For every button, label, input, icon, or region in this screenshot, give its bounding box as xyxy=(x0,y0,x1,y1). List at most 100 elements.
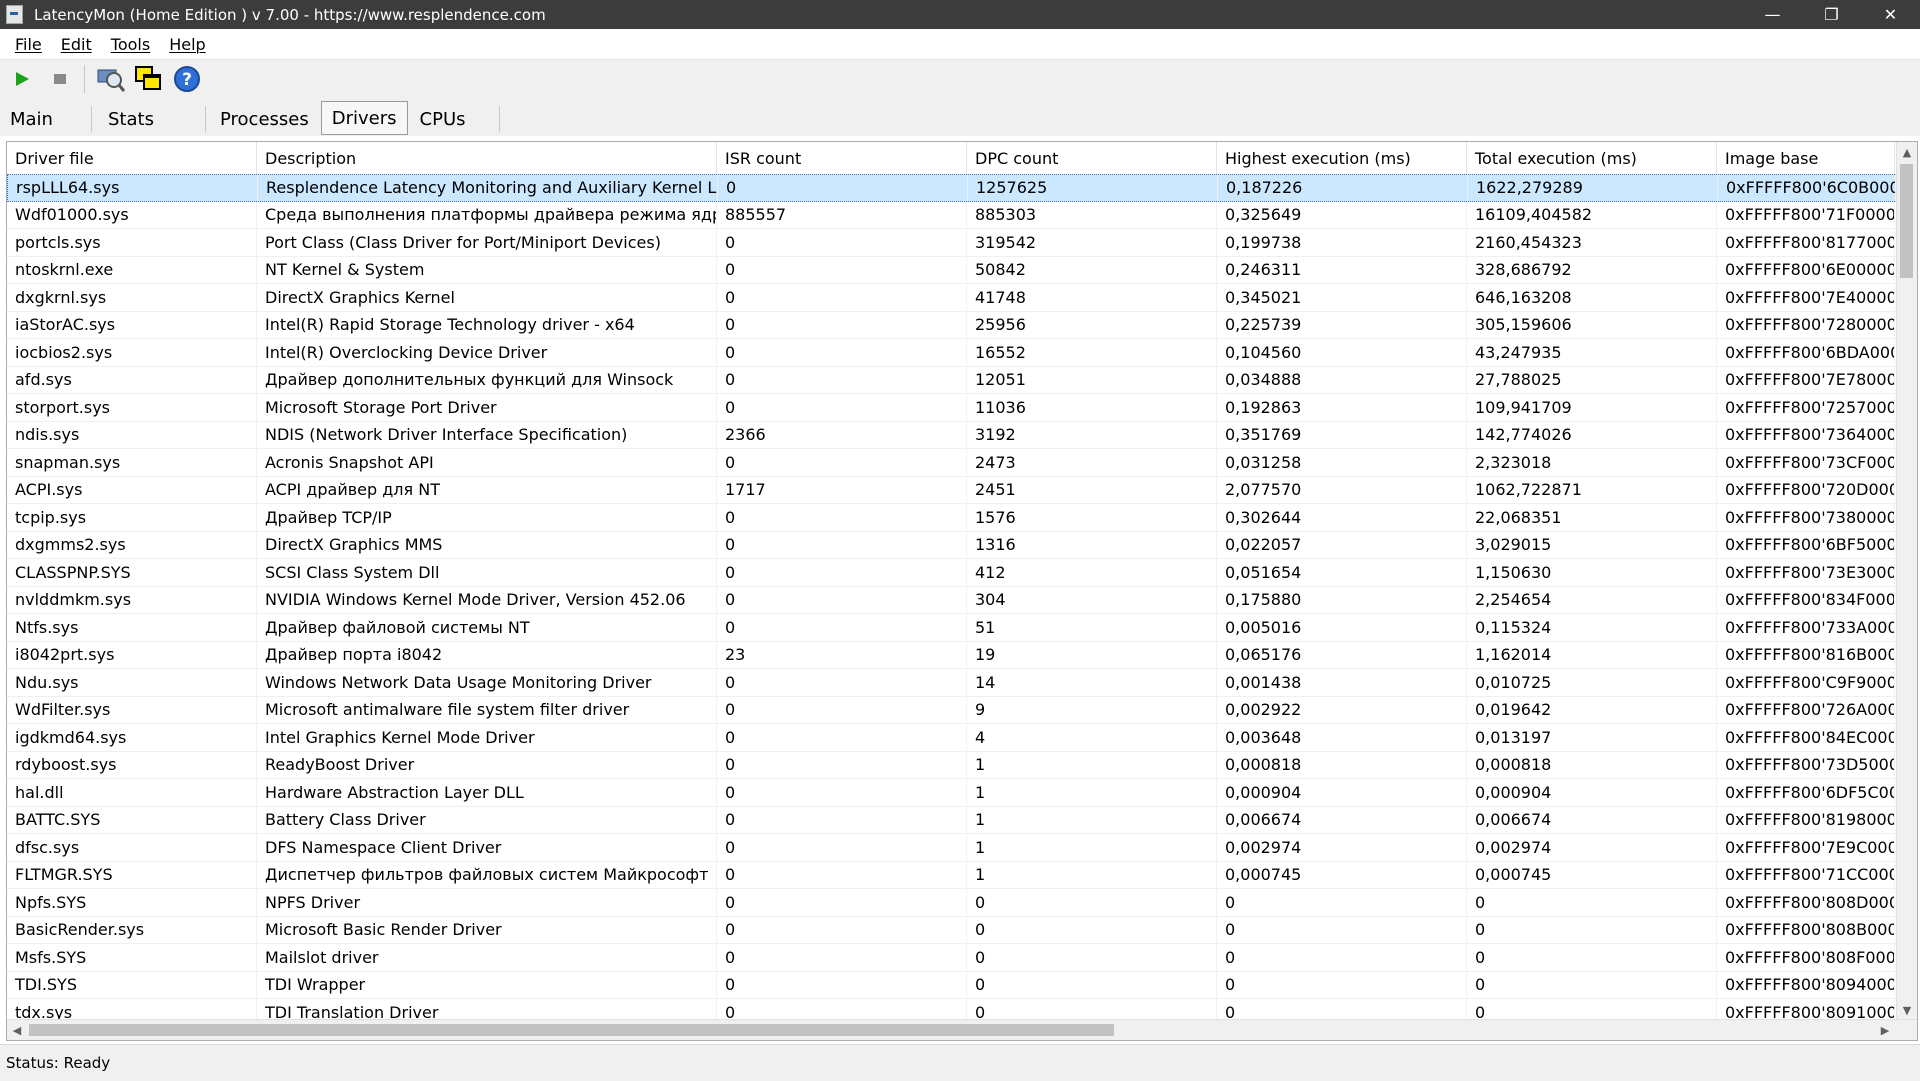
table-row[interactable]: BATTC.SYS Battery Class Driver 0 1 0,006674 0… xyxy=(7,806,1897,834)
table-row[interactable]: rdyboost.sys ReadyBoost Driver 0 1 0,000818 0… xyxy=(7,751,1897,779)
column-header-highest-execution[interactable]: Highest execution (ms) xyxy=(1217,142,1467,174)
table-cell: Microsoft antimalware file system filter… xyxy=(257,696,717,723)
table-cell: 0,006674 xyxy=(1467,806,1717,833)
scroll-up-arrow-icon[interactable]: ▲ xyxy=(1897,142,1917,162)
column-header-description[interactable]: Description xyxy=(257,142,717,174)
table-row[interactable]: dxgmms2.sys DirectX Graphics MMS 0 1316 0,02… xyxy=(7,531,1897,559)
table-row[interactable]: storport.sys Microsoft Storage Port Drive… xyxy=(7,394,1897,422)
table-cell: 0 xyxy=(717,971,967,998)
table-cell: BasicRender.sys xyxy=(7,916,257,943)
table-cell: 0 xyxy=(717,751,967,778)
play-icon xyxy=(16,72,29,86)
menu-tools[interactable]: Tools xyxy=(111,35,150,54)
horizontal-scrollbar[interactable]: ◀ ▶ xyxy=(7,1019,1917,1040)
table-row[interactable]: snapman.sys Acronis Snapshot API 0 2473 0,03… xyxy=(7,449,1897,477)
table-cell: 0 xyxy=(717,229,967,256)
table-row[interactable]: i8042prt.sys Драйвер порта i8042 23 19 0,065… xyxy=(7,641,1897,669)
table-row[interactable]: nvlddmkm.sys NVIDIA Windows Kernel Mode D… xyxy=(7,586,1897,614)
table-cell: NVIDIA Windows Kernel Mode Driver, Versi… xyxy=(257,586,717,613)
tab-stats[interactable]: Stats xyxy=(92,102,206,136)
drivers-search-button[interactable] xyxy=(95,63,127,95)
minimize-button[interactable]: — xyxy=(1743,0,1802,29)
tab-cpus[interactable]: CPUs xyxy=(408,102,500,136)
table-row[interactable]: ACPI.sys ACPI драйвер для NT 1717 2451 2,077… xyxy=(7,476,1897,504)
column-header-image-base[interactable]: Image base xyxy=(1717,142,1895,174)
table-row[interactable]: ntoskrnl.exe NT Kernel & System 0 50842 0,24… xyxy=(7,256,1897,284)
menu-help[interactable]: Help xyxy=(169,35,205,54)
table-cell: 0,031258 xyxy=(1217,449,1467,476)
table-cell: 1 xyxy=(967,779,1217,806)
table-row[interactable]: tcpip.sys Драйвер TCP/IP 0 1576 0,302644 22,0… xyxy=(7,504,1897,532)
table-cell: 0,175880 xyxy=(1217,586,1467,613)
scroll-right-arrow-icon[interactable]: ▶ xyxy=(1875,1020,1895,1040)
table-row[interactable]: afd.sys Драйвер дополнительных функций дл… xyxy=(7,366,1897,394)
horizontal-scroll-thumb[interactable] xyxy=(29,1024,1114,1036)
table-row[interactable]: Wdf01000.sys Среда выполнения платформы д… xyxy=(7,201,1897,229)
column-header-driver-file[interactable]: Driver file xyxy=(7,142,257,174)
table-cell: 0 xyxy=(1217,889,1467,916)
table-cell: 3,029015 xyxy=(1467,531,1717,558)
vertical-scroll-thumb[interactable] xyxy=(1900,164,1913,278)
column-header-isr-count[interactable]: ISR count xyxy=(717,142,967,174)
windows-button[interactable] xyxy=(133,63,165,95)
table-cell: 0,019642 xyxy=(1467,696,1717,723)
table-cell: 0 xyxy=(717,696,967,723)
table-cell: 0,000818 xyxy=(1467,751,1717,778)
table-row[interactable]: CLASSPNP.SYS SCSI Class System Dll 0 412 0,0… xyxy=(7,559,1897,587)
table-cell: 12051 xyxy=(967,366,1217,393)
table-cell: 0,302644 xyxy=(1217,504,1467,531)
scroll-down-arrow-icon[interactable]: ▼ xyxy=(1897,1000,1917,1020)
table-cell: 0xFFFFF800'80940000 xyxy=(1717,971,1895,998)
table-cell: 0xFFFFF800'73640000 xyxy=(1717,421,1895,448)
table-cell: 0 xyxy=(718,175,968,201)
table-row[interactable]: dxgkrnl.sys DirectX Graphics Kernel 0 41748… xyxy=(7,284,1897,312)
menu-file[interactable]: File xyxy=(15,35,42,54)
menu-edit[interactable]: Edit xyxy=(61,35,92,54)
table-cell: 646,163208 xyxy=(1467,284,1717,311)
table-cell: 0,199738 xyxy=(1217,229,1467,256)
table-cell: 0xFFFFF800'720D0000 xyxy=(1717,476,1895,503)
tab-main[interactable]: Main xyxy=(0,102,92,136)
table-cell: 0,000745 xyxy=(1467,861,1717,888)
table-cell: 0 xyxy=(717,614,967,641)
table-cell: ndis.sys xyxy=(7,421,257,448)
table-cell: 0,000904 xyxy=(1467,779,1717,806)
table-cell: 43,247935 xyxy=(1467,339,1717,366)
table-row[interactable]: TDI.SYS TDI Wrapper 0 0 0 0 0xFFFFF800'8094000… xyxy=(7,971,1897,999)
table-cell: FLTMGR.SYS xyxy=(7,861,257,888)
stop-button[interactable] xyxy=(44,63,76,95)
table-row[interactable]: Npfs.SYS NPFS Driver 0 0 0 0 0xFFFFF800'808D00… xyxy=(7,889,1897,917)
table-row[interactable]: FLTMGR.SYS Диспетчер фильтров файловых си… xyxy=(7,861,1897,889)
table-cell: 0 xyxy=(1467,889,1717,916)
table-row[interactable]: Ndu.sys Windows Network Data Usage Monito… xyxy=(7,669,1897,697)
table-cell: 41748 xyxy=(967,284,1217,311)
tab-drivers[interactable]: Drivers xyxy=(320,101,408,135)
table-row[interactable]: ndis.sys NDIS (Network Driver Interface S… xyxy=(7,421,1897,449)
table-row[interactable]: WdFilter.sys Microsoft antimalware file s… xyxy=(7,696,1897,724)
close-button[interactable]: ✕ xyxy=(1861,0,1920,29)
table-row[interactable]: BasicRender.sys Microsoft Basic Render Dr… xyxy=(7,916,1897,944)
table-row[interactable]: igdkmd64.sys Intel Graphics Kernel Mode D… xyxy=(7,724,1897,752)
column-header-total-execution[interactable]: Total execution (ms) xyxy=(1467,142,1717,174)
restore-button[interactable]: ❐ xyxy=(1802,0,1861,29)
help-button[interactable]: ? xyxy=(171,63,203,95)
table-cell: 0 xyxy=(967,971,1217,998)
table-row[interactable]: dfsc.sys DFS Namespace Client Driver 0 1 0,0… xyxy=(7,834,1897,862)
table-cell: 304 xyxy=(967,586,1217,613)
table-row[interactable]: iaStorAC.sys Intel(R) Rapid Storage Techn… xyxy=(7,311,1897,339)
table-cell: 0,104560 xyxy=(1217,339,1467,366)
start-button[interactable] xyxy=(6,63,38,95)
table-row[interactable]: Msfs.SYS Mailslot driver 0 0 0 0 0xFFFFF800'80… xyxy=(7,944,1897,972)
table-cell: Microsoft Basic Render Driver xyxy=(257,916,717,943)
table-row[interactable]: rspLLL64.sys Resplendence Latency Monitor… xyxy=(7,174,1897,202)
table-row[interactable]: Ntfs.sys Драйвер файловой системы NT 0 51 0,… xyxy=(7,614,1897,642)
tab-processes[interactable]: Processes xyxy=(206,102,321,136)
vertical-scrollbar[interactable]: ▲ ▼ xyxy=(1896,142,1917,1020)
column-header-dpc-count[interactable]: DPC count xyxy=(967,142,1217,174)
scroll-left-arrow-icon[interactable]: ◀ xyxy=(7,1020,27,1040)
table-row[interactable]: hal.dll Hardware Abstraction Layer DLL 0 1 0… xyxy=(7,779,1897,807)
table-row[interactable]: iocbios2.sys Intel(R) Overclocking Device… xyxy=(7,339,1897,367)
table-cell: 1717 xyxy=(717,476,967,503)
table-row[interactable]: portcls.sys Port Class (Class Driver for … xyxy=(7,229,1897,257)
table-cell: 0,010725 xyxy=(1467,669,1717,696)
